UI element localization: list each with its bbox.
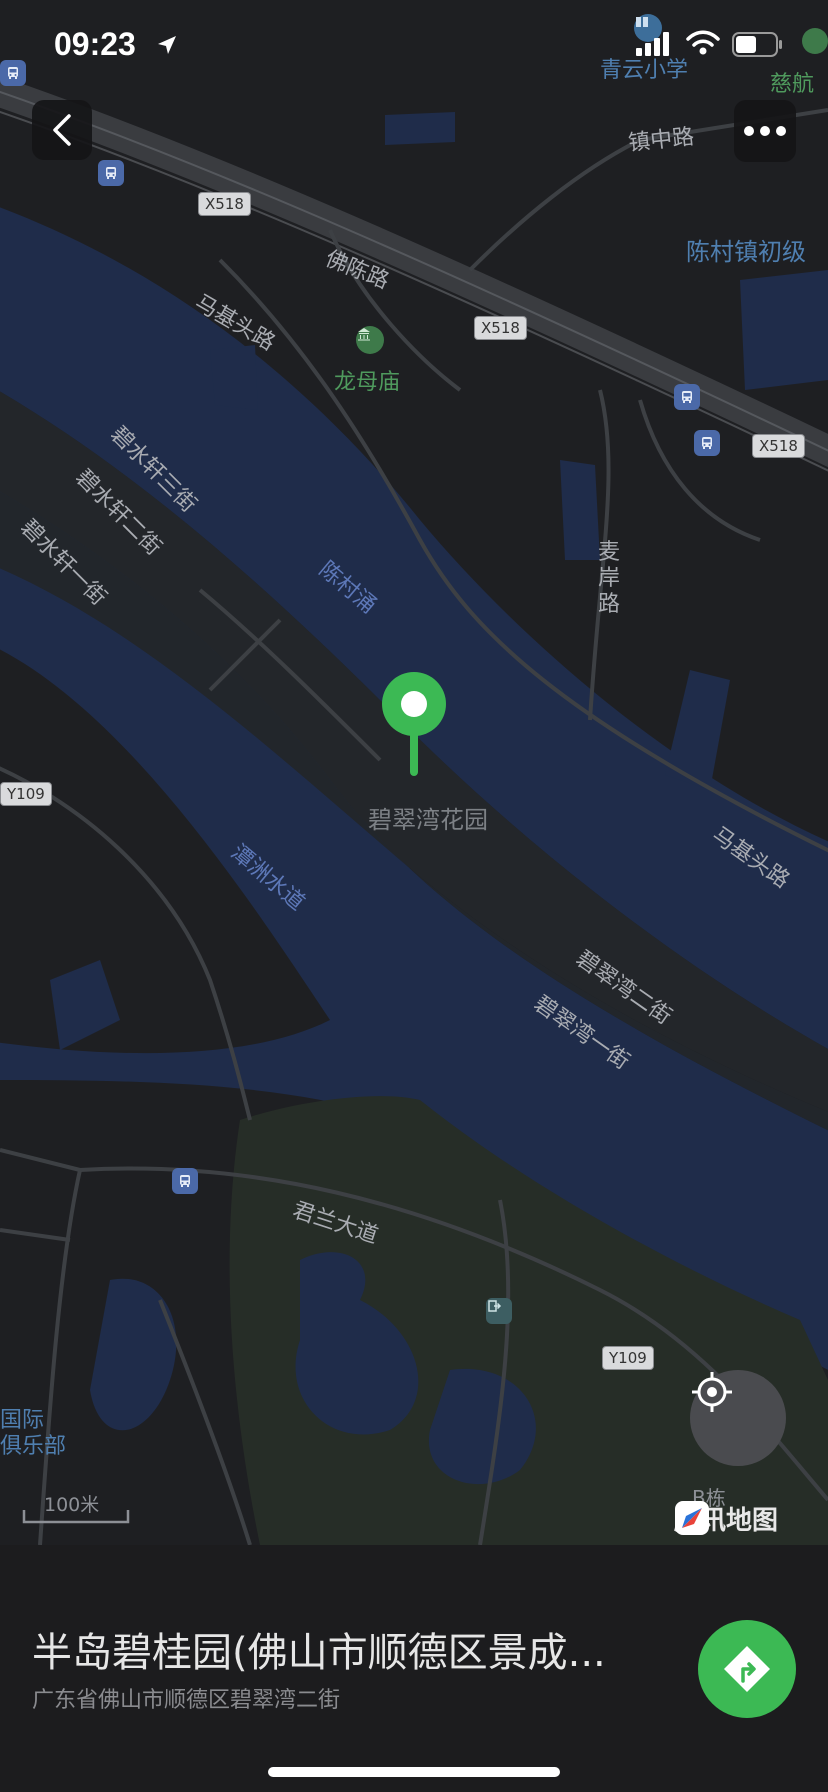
place-address: 广东省佛山市顺德区碧翠湾二街 (32, 1688, 341, 1713)
bus-stop-icon[interactable] (98, 160, 124, 186)
bus-stop-icon[interactable] (172, 1168, 198, 1194)
temple-icon (356, 326, 384, 354)
road-label-maian: 麦岸路 (598, 540, 621, 617)
location-arrow-icon (158, 36, 176, 54)
battery-icon (732, 32, 782, 57)
signal-icon (636, 32, 669, 56)
bus-stop-icon[interactable] (694, 430, 720, 456)
wifi-icon (686, 30, 720, 55)
road-shield-x518-b: X518 (474, 316, 527, 340)
status-time: 09:23 (54, 26, 136, 62)
road-label-zhenzhong: 镇中路 (627, 124, 696, 157)
road-shield-y109-a: Y109 (0, 782, 52, 806)
poi-label-longmu-temple[interactable]: 龙母庙 (334, 364, 400, 396)
map-marker-pin[interactable] (380, 670, 448, 780)
navigation-route-icon (724, 1646, 770, 1692)
tencent-maps-logo-icon (675, 1501, 709, 1535)
road-shield-x518-a: X518 (198, 192, 251, 216)
map-scale-bar (22, 1510, 130, 1524)
road-shield-x518-c: X518 (752, 434, 805, 458)
status-bar: 09:23 (0, 0, 828, 90)
poi-label-club-line2[interactable]: 俱乐部 (0, 1428, 66, 1460)
more-dots-icon (744, 126, 786, 136)
crosshair-icon (692, 1372, 732, 1412)
exit-icon (486, 1298, 512, 1324)
locate-me-button[interactable] (690, 1370, 786, 1466)
more-options-button[interactable] (734, 100, 796, 162)
navigate-button[interactable] (698, 1620, 796, 1718)
road-shield-y109-b: Y109 (602, 1346, 654, 1370)
chevron-left-icon (53, 114, 71, 146)
home-indicator[interactable] (268, 1767, 560, 1777)
map-view[interactable]: 佛陈路 马基头路 镇中路 麦岸路 马基头路 碧翠湾二街 碧翠湾一街 君兰大道 碧… (0, 0, 828, 1545)
back-button[interactable] (32, 100, 92, 160)
marker-label-bicuiwan-garden[interactable]: 碧翠湾花园 (368, 800, 488, 835)
poi-label-chencun-school[interactable]: 陈村镇初级 (686, 232, 806, 267)
bus-stop-icon[interactable] (674, 384, 700, 410)
tencent-maps-logo: 腾讯地图 (674, 1500, 778, 1537)
place-name: 半岛碧桂园(佛山市顺德区景成... (32, 1630, 606, 1676)
